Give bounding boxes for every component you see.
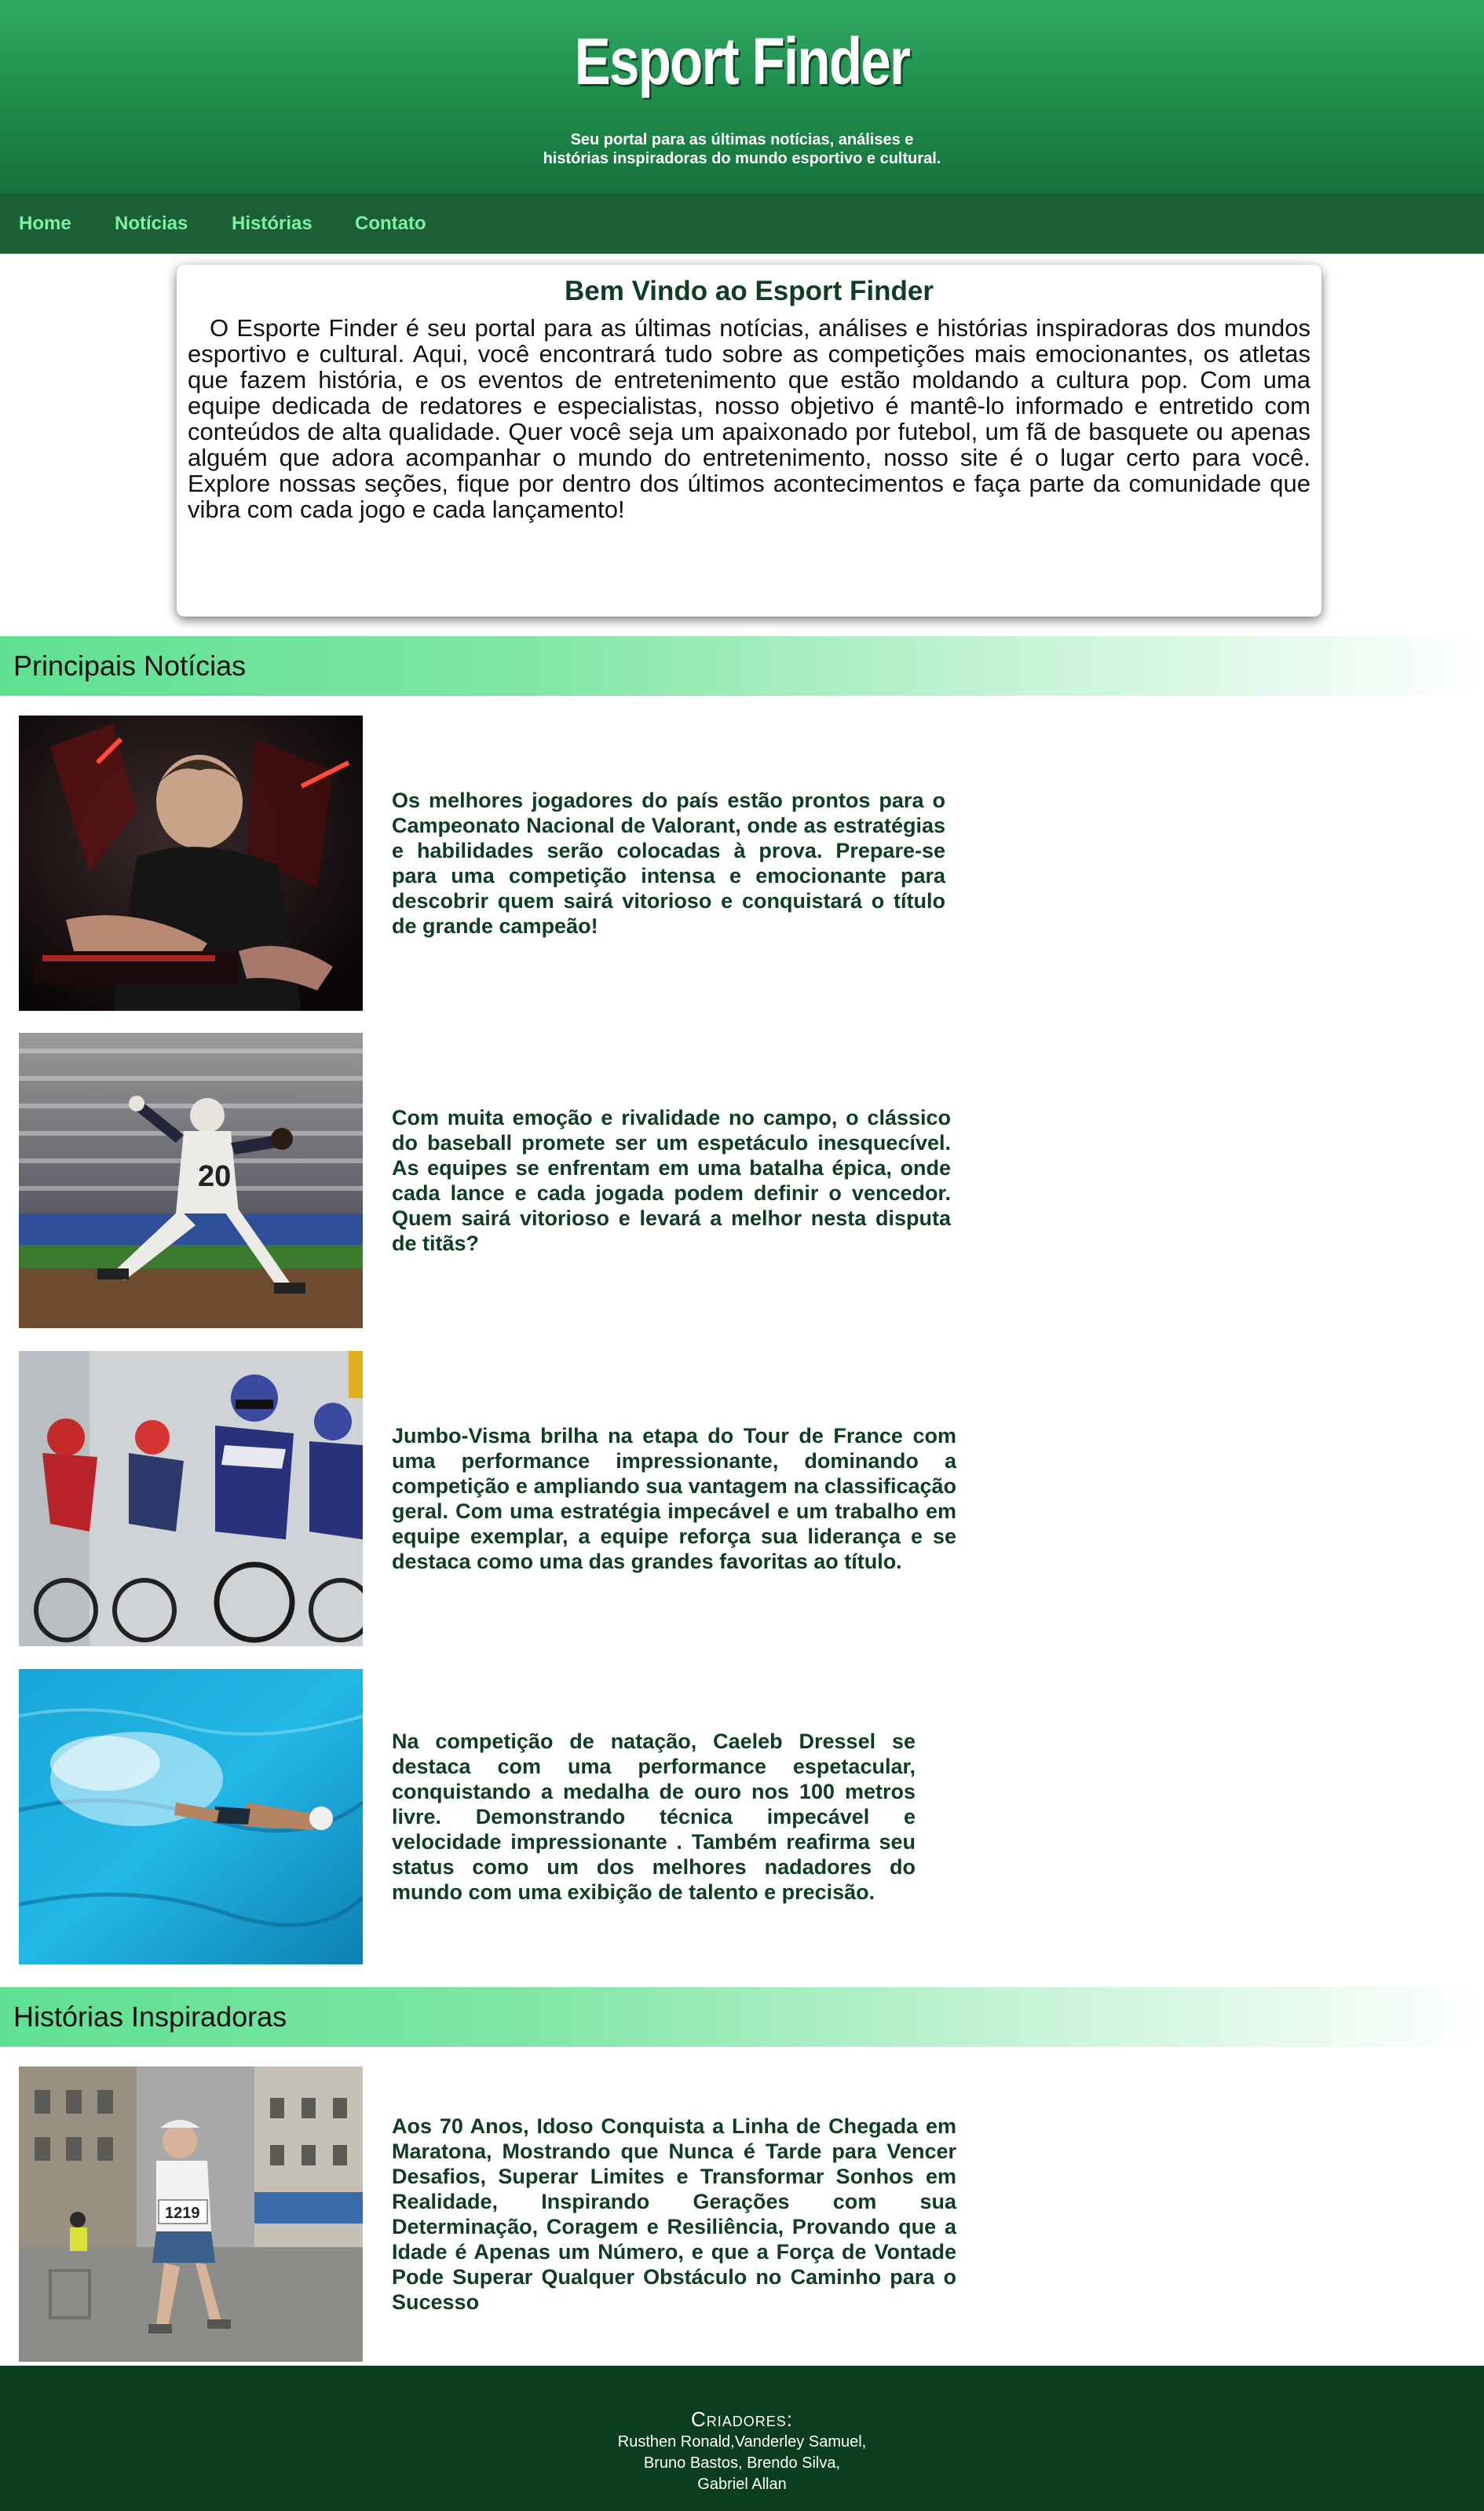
news-text-container: Jumbo-Visma brilha na etapa do Tour de F… bbox=[392, 1351, 956, 1646]
news-text: Com muita emoção e rivalidade no campo, … bbox=[392, 1106, 951, 1255]
news-article: Os melhores jogadores do país estão pron… bbox=[19, 716, 961, 1011]
stories-section-header: Histórias Inspiradoras bbox=[0, 1987, 1484, 2047]
nav-link-contato[interactable]: Contato bbox=[355, 193, 426, 254]
footer-title: Criadores: bbox=[690, 2407, 794, 2431]
site-tagline: Seu portal para as últimas notícias, aná… bbox=[0, 130, 1484, 168]
news-article: Na competição de natação, Caeleb Dressel… bbox=[19, 1669, 961, 1964]
news-section-header: Principais Notícias bbox=[0, 636, 1484, 696]
nav-link-noticias[interactable]: Notícias bbox=[115, 193, 188, 254]
story-article: 1219 Aos 70 Anos, Idoso Conquista a Linh… bbox=[19, 2066, 961, 2362]
nav-link-historias[interactable]: Histórias bbox=[232, 193, 313, 254]
footer-creators-line-3: Gabriel Allan bbox=[697, 2476, 787, 2493]
stories-section-title: Histórias Inspiradoras bbox=[13, 2000, 287, 2033]
news-image-swimming[interactable] bbox=[19, 1669, 363, 1964]
news-text: Jumbo-Visma brilha na etapa do Tour de F… bbox=[392, 1424, 956, 1573]
news-text: Os melhores jogadores do país estão pron… bbox=[392, 789, 945, 938]
news-text-container: Os melhores jogadores do país estão pron… bbox=[392, 716, 945, 1011]
news-section-title: Principais Notícias bbox=[13, 650, 247, 682]
tagline-line-1: Seu portal para as últimas notícias, aná… bbox=[570, 131, 914, 148]
story-image-marathon[interactable]: 1219 bbox=[19, 2066, 363, 2362]
welcome-card: Bem Vindo ao Esport Finder O Esporte Fin… bbox=[177, 265, 1321, 617]
news-image-cycling[interactable] bbox=[19, 1351, 363, 1646]
story-text: Aos 70 Anos, Idoso Conquista a Linha de … bbox=[392, 2114, 956, 2314]
news-article: 20 Com muita emoção e rivalidade no camp… bbox=[19, 1033, 961, 1328]
site-footer: Criadores: Rusthen Ronald,Vanderley Samu… bbox=[0, 2366, 1484, 2511]
news-article: Jumbo-Visma brilha na etapa do Tour de F… bbox=[19, 1351, 961, 1646]
site-header: Esport Finder Seu portal para as últimas… bbox=[0, 0, 1484, 193]
welcome-text: O Esporte Finder é seu portal para as úl… bbox=[188, 314, 1310, 523]
main-navigation: Home Notícias Histórias Contato bbox=[0, 193, 1484, 254]
news-text-container: Com muita emoção e rivalidade no campo, … bbox=[392, 1033, 951, 1328]
svg-text:20: 20 bbox=[198, 1160, 231, 1193]
site-logo[interactable]: Esport Finder bbox=[133, 22, 1351, 101]
svg-text:1219: 1219 bbox=[165, 2205, 200, 2222]
tagline-line-2: histórias inspiradoras do mundo esportiv… bbox=[543, 150, 941, 167]
news-text-container: Na competição de natação, Caeleb Dressel… bbox=[392, 1669, 916, 1964]
news-image-baseball[interactable]: 20 bbox=[19, 1033, 363, 1328]
footer-creators-line-1: Rusthen Ronald,Vanderley Samuel, bbox=[617, 2433, 867, 2451]
news-text: Na competição de natação, Caeleb Dressel… bbox=[392, 1730, 916, 1904]
nav-link-home[interactable]: Home bbox=[19, 193, 71, 254]
story-text-container: Aos 70 Anos, Idoso Conquista a Linha de … bbox=[392, 2066, 956, 2362]
news-image-esports[interactable] bbox=[19, 716, 363, 1011]
footer-creators-line-2: Bruno Bastos, Brendo Silva, bbox=[643, 2454, 841, 2472]
welcome-title: Bem Vindo ao Esport Finder bbox=[565, 276, 934, 306]
